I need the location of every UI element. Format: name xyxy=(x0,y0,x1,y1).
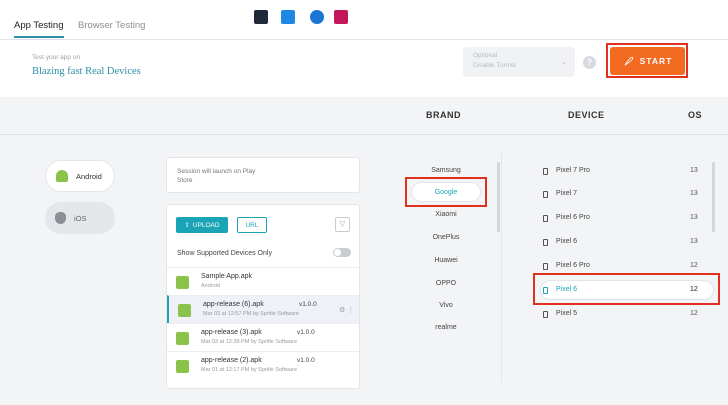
gear-icon[interactable]: ⚙ ⋮ xyxy=(339,306,354,314)
device-item[interactable]: Pixel 6 Pro xyxy=(556,214,590,221)
os-option-android[interactable]: Android xyxy=(45,160,115,192)
device-os-version: 13 xyxy=(690,214,698,221)
brand-item-google[interactable]: Google xyxy=(406,189,486,196)
app-meta: Mar 03 at 12:57 PM by Spritle Software xyxy=(203,311,299,317)
app-store-icon[interactable] xyxy=(281,10,295,24)
android-app-icon xyxy=(176,332,189,345)
device-item-selected[interactable]: Pixel 6 xyxy=(556,286,577,293)
os-option-label: Android xyxy=(76,171,102,181)
tunnel-select[interactable]: Optional Disable Tunnel ⌄ xyxy=(463,47,575,77)
device-scrollbar[interactable] xyxy=(712,162,715,232)
upload-card: ⇪ UPLOAD URL ▽ Show Supported Devices On… xyxy=(166,204,360,389)
session-card: Session will launch on Play Store xyxy=(166,157,360,193)
device-item[interactable]: Pixel 6 Pro xyxy=(556,262,590,269)
app-name: app-release (2).apk xyxy=(201,357,262,364)
hero-title: Blazing fast Real Devices xyxy=(32,66,141,77)
tab-bar: App Testing Browser Testing xyxy=(0,0,728,40)
phone-icon xyxy=(543,239,548,246)
tab-app-testing[interactable]: App Testing xyxy=(14,20,63,31)
app-list-item[interactable]: app-release (2).apk Mar 01 at 12:17 PM b… xyxy=(167,351,359,379)
app-meta: Android xyxy=(201,283,220,289)
app-version: v1.0.0 xyxy=(297,357,315,364)
hero-subtitle: Test your app on xyxy=(32,54,81,61)
phone-icon xyxy=(543,168,548,175)
phone-icon xyxy=(543,215,548,222)
android-app-icon xyxy=(176,276,189,289)
column-divider xyxy=(501,152,502,382)
filter-icon[interactable]: ▽ xyxy=(335,217,350,232)
brand-item-oneplus[interactable]: OnePlus xyxy=(406,234,486,241)
android-app-icon xyxy=(178,304,191,317)
app-name: app-release (6).apk xyxy=(203,301,264,308)
brand-header: BRAND xyxy=(426,110,461,120)
apple-icon xyxy=(55,212,66,224)
brand-item-vivo[interactable]: Vivo xyxy=(406,302,486,309)
app-list-item[interactable]: Sample App.apk Android xyxy=(167,267,359,295)
help-icon[interactable]: ? xyxy=(583,56,596,69)
os-option-label: iOS xyxy=(74,213,87,223)
device-item[interactable]: Pixel 5 xyxy=(556,310,577,317)
app-list-item-selected[interactable]: app-release (6).apk Mar 03 at 12:57 PM b… xyxy=(167,295,359,323)
start-label: START xyxy=(639,56,673,66)
device-header: DEVICE xyxy=(568,110,605,120)
brand-item-huawei[interactable]: Huawei xyxy=(406,257,486,264)
brand-item-oppo[interactable]: OPPO xyxy=(406,280,486,287)
phone-icon xyxy=(543,263,548,270)
upload-label: UPLOAD xyxy=(192,221,220,229)
app-name: Sample App.apk xyxy=(201,273,252,280)
start-button[interactable]: START xyxy=(610,47,685,75)
device-os-version: 12 xyxy=(690,286,698,293)
device-os-version: 12 xyxy=(690,310,698,317)
tunnel-value: Disable Tunnel xyxy=(473,62,516,69)
android-icon xyxy=(56,170,68,182)
app-launcher-icon[interactable] xyxy=(334,10,348,24)
app-list-item[interactable]: app-release (3).apk Mar 03 at 12:38 PM b… xyxy=(167,323,359,351)
phone-icon xyxy=(543,311,548,318)
supported-devices-toggle[interactable] xyxy=(333,248,351,257)
device-item[interactable]: Pixel 6 xyxy=(556,238,577,245)
hero-row: Test your app on Blazing fast Real Devic… xyxy=(0,40,728,97)
device-os-version: 13 xyxy=(690,190,698,197)
app-meta: Mar 01 at 12:17 PM by Spritle Software xyxy=(201,367,297,373)
chrome-icon[interactable] xyxy=(310,10,324,24)
device-os-version: 13 xyxy=(690,238,698,245)
phone-icon xyxy=(543,191,548,198)
device-os-version: 13 xyxy=(690,167,698,174)
column-header-band xyxy=(0,97,728,135)
url-button[interactable]: URL xyxy=(237,217,267,233)
tab-browser-testing[interactable]: Browser Testing xyxy=(78,20,145,31)
brand-item-realme[interactable]: realme xyxy=(406,324,486,331)
os-option-ios[interactable]: iOS xyxy=(45,202,115,234)
brand-scrollbar[interactable] xyxy=(497,162,500,232)
brand-item-samsung[interactable]: Samsung xyxy=(406,167,486,174)
rocket-icon xyxy=(624,56,633,66)
upload-icon: ⇪ xyxy=(184,222,190,229)
phone-icon xyxy=(543,287,548,294)
app-version: v1.0.0 xyxy=(297,329,315,336)
supported-devices-label: Show Supported Devices Only xyxy=(177,250,272,257)
upload-button[interactable]: ⇪ UPLOAD xyxy=(176,217,228,233)
app-version: v1.0.0 xyxy=(299,301,317,308)
app-name: app-release (3).apk xyxy=(201,329,262,336)
play-store-icon[interactable] xyxy=(254,10,268,24)
app-meta: Mar 03 at 12:38 PM by Spritle Software xyxy=(201,339,297,345)
active-tab-indicator xyxy=(14,36,64,38)
device-os-version: 12 xyxy=(690,262,698,269)
app-live-page: App Testing Browser Testing Test your ap… xyxy=(0,0,728,405)
tunnel-label: Optional xyxy=(473,52,498,59)
os-header: OS xyxy=(688,110,703,120)
brand-item-xiaomi[interactable]: Xiaomi xyxy=(406,211,486,218)
device-item[interactable]: Pixel 7 Pro xyxy=(556,167,590,174)
android-app-icon xyxy=(176,360,189,373)
device-item[interactable]: Pixel 7 xyxy=(556,190,577,197)
chevron-down-icon: ⌄ xyxy=(561,59,567,66)
session-text: Session will launch on Play Store xyxy=(177,168,256,184)
